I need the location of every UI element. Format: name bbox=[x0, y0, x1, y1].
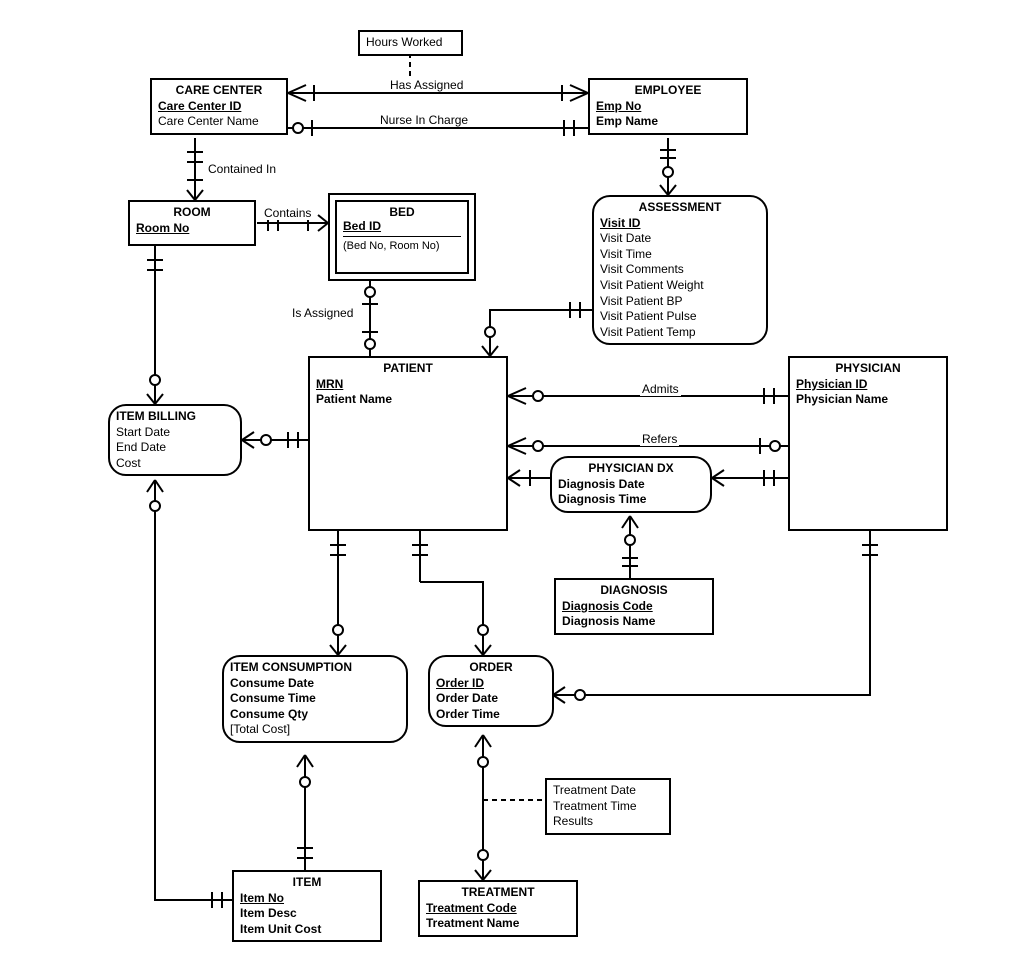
title: TREATMENT bbox=[426, 885, 570, 901]
pk: Care Center ID bbox=[158, 99, 241, 113]
composite: (Bed No, Room No) bbox=[343, 240, 461, 252]
entity-assessment: ASSESSMENT Visit ID Visit Date Visit Tim… bbox=[592, 195, 768, 345]
rel-has-assigned: Has Assigned bbox=[388, 78, 465, 92]
attr-hours-worked: Hours Worked bbox=[358, 30, 463, 56]
rel-contained-in: Contained In bbox=[206, 162, 278, 176]
pk: Room No bbox=[136, 221, 189, 235]
entity-treatment: TREATMENT Treatment Code Treatment Name bbox=[418, 880, 578, 937]
title: PHYSICIAN bbox=[796, 361, 940, 377]
title: CARE CENTER bbox=[158, 83, 280, 99]
pk: MRN bbox=[316, 377, 343, 391]
title: BED bbox=[343, 205, 461, 219]
title: PATIENT bbox=[316, 361, 500, 377]
title: DIAGNOSIS bbox=[562, 583, 706, 599]
er-diagram: line,path,polyline{stroke:#000;stroke-wi… bbox=[0, 0, 1024, 965]
title: ORDER bbox=[436, 660, 546, 676]
entity-physician: PHYSICIAN Physician ID Physician Name bbox=[788, 356, 948, 531]
entity-employee: EMPLOYEE Emp No Emp Name bbox=[588, 78, 748, 135]
attr: Care Center Name bbox=[158, 114, 280, 130]
rel-is-assigned: Is Assigned bbox=[290, 306, 355, 320]
title: ITEM BILLING bbox=[116, 409, 234, 425]
pk: Physician ID bbox=[796, 377, 867, 391]
label: Hours Worked bbox=[366, 35, 442, 49]
pk: Order ID bbox=[436, 676, 484, 690]
title: ROOM bbox=[136, 205, 248, 221]
pk: Treatment Code bbox=[426, 901, 517, 915]
entity-diagnosis: DIAGNOSIS Diagnosis Code Diagnosis Name bbox=[554, 578, 714, 635]
title: PHYSICIAN DX bbox=[558, 461, 704, 477]
entity-room: ROOM Room No bbox=[128, 200, 256, 246]
entity-physician-dx: PHYSICIAN DX Diagnosis Date Diagnosis Ti… bbox=[550, 456, 712, 513]
title: ITEM bbox=[240, 875, 374, 891]
entity-item-billing: ITEM BILLING Start Date End Date Cost bbox=[108, 404, 242, 476]
rel-refers: Refers bbox=[640, 432, 679, 446]
rel-admits: Admits bbox=[640, 382, 681, 396]
pk: Bed ID bbox=[343, 219, 381, 233]
rel-nurse-in-charge: Nurse In Charge bbox=[378, 113, 470, 127]
entity-patient: PATIENT MRN Patient Name bbox=[308, 356, 508, 531]
entity-item: ITEM Item No Item Desc Item Unit Cost bbox=[232, 870, 382, 942]
pk: Emp No bbox=[596, 99, 641, 113]
title: ITEM CONSUMPTION bbox=[230, 660, 400, 676]
attr: Emp Name bbox=[596, 114, 740, 130]
title: ASSESSMENT bbox=[600, 200, 760, 216]
pk: Item No bbox=[240, 891, 284, 905]
pk: Diagnosis Code bbox=[562, 599, 653, 613]
attr-treatment-details: Treatment Date Treatment Time Results bbox=[545, 778, 671, 835]
rel-contains: Contains bbox=[262, 206, 313, 220]
entity-order: ORDER Order ID Order Date Order Time bbox=[428, 655, 554, 727]
title: EMPLOYEE bbox=[596, 83, 740, 99]
entity-care-center: CARE CENTER Care Center ID Care Center N… bbox=[150, 78, 288, 135]
pk: Visit ID bbox=[600, 216, 640, 230]
entity-bed: BED Bed ID (Bed No, Room No) bbox=[328, 193, 476, 281]
entity-item-consumption: ITEM CONSUMPTION Consume Date Consume Ti… bbox=[222, 655, 408, 743]
